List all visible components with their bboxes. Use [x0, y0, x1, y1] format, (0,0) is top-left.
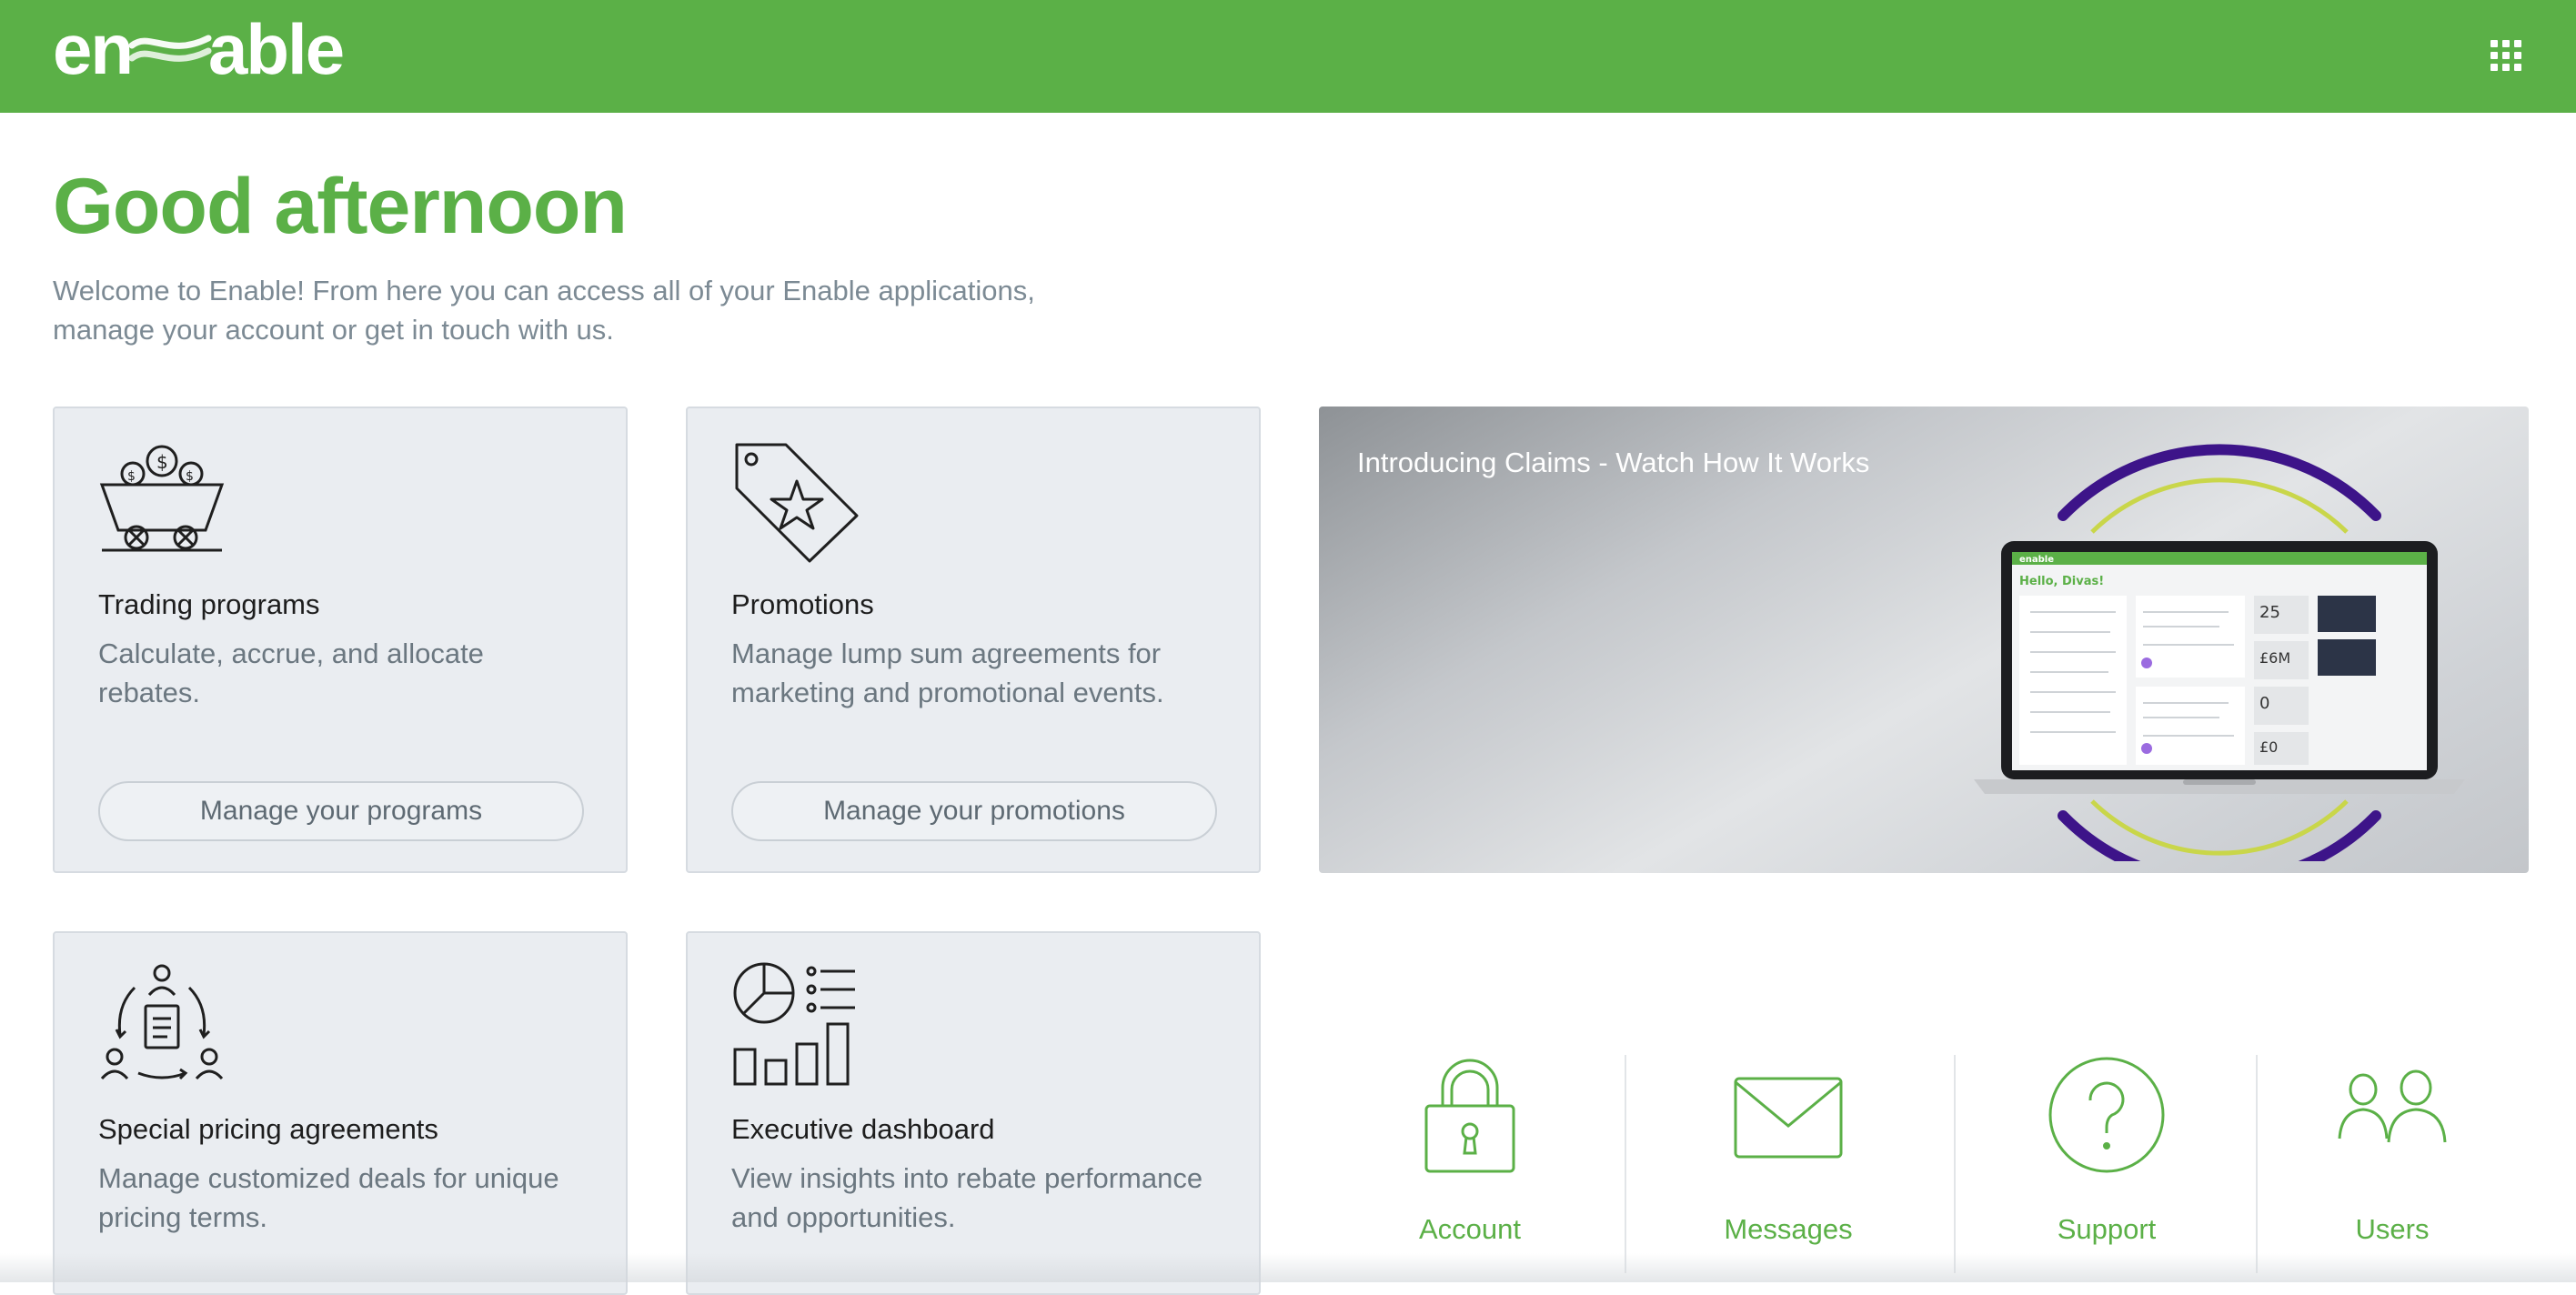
svg-text:enable: enable	[2019, 555, 2054, 565]
users-icon	[2338, 1069, 2447, 1143]
screen-greeting: Hello, Divas!	[2019, 575, 2104, 588]
divider	[1625, 1055, 1626, 1273]
card-description: Manage customized deals for unique prici…	[98, 1162, 559, 1233]
card-description: Calculate, accrue, and allocate rebates.	[98, 637, 484, 708]
manage-promotions-button[interactable]: Manage your promotions	[731, 781, 1217, 841]
divider	[2256, 1055, 2258, 1273]
svg-text:$: $	[186, 469, 194, 484]
quick-link-label: Account	[1418, 1213, 1521, 1245]
welcome-text: Welcome to Enable! From here you can acc…	[53, 275, 1035, 346]
logo-wave-icon	[128, 35, 212, 62]
logo-text-right: able	[208, 9, 345, 89]
divider	[1954, 1055, 1956, 1273]
card-title: Special pricing agreements	[98, 1113, 438, 1145]
video-title: Introducing Claims - Watch How It Works	[1357, 447, 1870, 478]
mine-cart-coins-icon: $ $ $	[99, 445, 225, 552]
card-title: Trading programs	[98, 588, 320, 620]
svg-text:$: $	[156, 451, 168, 473]
screen-stat-1: 25	[2259, 603, 2280, 622]
enable-logo[interactable]: en able	[53, 14, 345, 85]
card-executive-dashboard: Executive dashboard View insights into r…	[686, 931, 1261, 1295]
svg-text:$: $	[127, 469, 136, 484]
apps-grid-icon[interactable]	[2490, 40, 2521, 71]
claims-video-tile[interactable]: Introducing Claims - Watch How It Works …	[1319, 407, 2529, 873]
screen-stat-3: 0	[2259, 694, 2269, 713]
envelope-icon	[1734, 1077, 1843, 1159]
card-promotions: Promotions Manage lump sum agreements fo…	[686, 407, 1261, 873]
chart-dashboard-icon	[733, 962, 855, 1086]
laptop-preview-image: enable Hello, Divas! 25 £6M 0 £0	[1974, 444, 2465, 861]
quick-link-support[interactable]: Support	[1988, 1055, 2225, 1273]
quick-link-label: Support	[2057, 1213, 2157, 1245]
top-bar: en able	[0, 0, 2576, 113]
card-special-pricing: Special pricing agreements Manage custom…	[53, 931, 628, 1295]
card-title: Executive dashboard	[731, 1113, 995, 1145]
quick-link-label: Messages	[1724, 1213, 1853, 1245]
quick-link-messages[interactable]: Messages	[1670, 1055, 1907, 1273]
logo-text-left: en	[53, 9, 134, 89]
card-description: View insights into rebate performance an…	[731, 1162, 1203, 1233]
people-document-cycle-icon	[100, 964, 224, 1080]
page-title: Good afternoon	[53, 163, 628, 250]
price-tag-star-icon	[735, 443, 859, 563]
quick-link-account[interactable]: Account	[1352, 1055, 1588, 1273]
card-trading-programs: $ $ $ Trading programs Calculate, accrue…	[53, 407, 628, 873]
question-circle-icon	[2048, 1057, 2165, 1173]
screen-stat-4: £0	[2259, 738, 2278, 756]
manage-programs-button[interactable]: Manage your programs	[98, 781, 584, 841]
lock-icon	[1424, 1059, 1515, 1173]
card-description: Manage lump sum agreements for marketing…	[731, 637, 1164, 708]
card-title: Promotions	[731, 588, 874, 620]
screen-stat-2: £6M	[2259, 649, 2290, 667]
quick-link-label: Users	[2355, 1213, 2430, 1245]
quick-link-users[interactable]: Users	[2274, 1055, 2511, 1273]
